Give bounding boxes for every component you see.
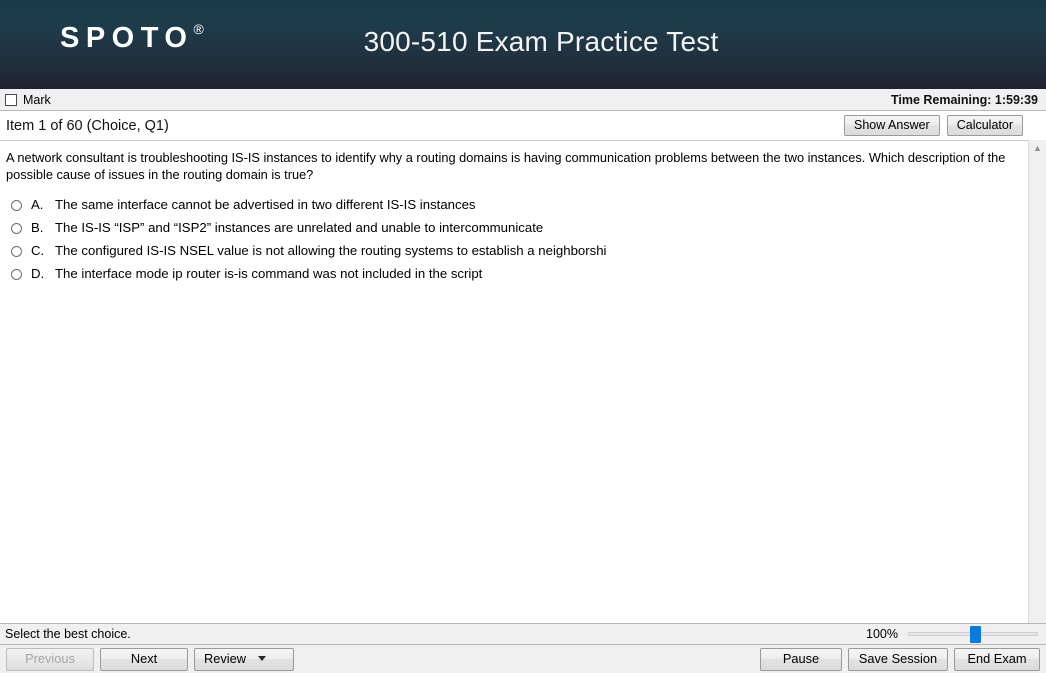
content-scrollbar[interactable]: ▲	[1028, 140, 1046, 623]
zoom-level-label: 100%	[866, 627, 898, 641]
save-session-button[interactable]: Save Session	[848, 647, 948, 671]
choice-letter-c: C.	[31, 243, 45, 258]
question-panel: A network consultant is troubleshooting …	[0, 140, 1028, 623]
choice-text-c: The configured IS-IS NSEL value is not a…	[55, 243, 607, 258]
question-text: A network consultant is troubleshooting …	[6, 150, 1006, 182]
time-remaining: Time Remaining: 1:59:39	[890, 92, 1038, 107]
previous-button[interactable]: Previous	[6, 647, 94, 671]
review-label: Review	[204, 650, 246, 666]
radio-a[interactable]	[11, 200, 22, 211]
app-header: SPOTO® 300-510 Exam Practice Test	[0, 0, 1046, 89]
navigation-buttons: Previous Next Review	[6, 647, 294, 671]
radio-d[interactable]	[11, 269, 22, 280]
footer-bar: Previous Next Review Pause Save Session …	[0, 645, 1046, 673]
status-bar: Select the best choice. 100%	[0, 623, 1046, 645]
chevron-down-icon[interactable]	[257, 656, 266, 661]
end-exam-button[interactable]: End Exam	[954, 647, 1040, 671]
content-area: A network consultant is troubleshooting …	[0, 140, 1046, 623]
choice-letter-d: D.	[31, 266, 45, 281]
item-actions: Show Answer Calculator	[843, 115, 1046, 136]
session-buttons: Pause Save Session End Exam	[760, 647, 1040, 671]
exam-window: SPOTO® 300-510 Exam Practice Test Mark T…	[0, 0, 1046, 673]
page-title: 300-510 Exam Practice Test	[363, 26, 719, 57]
radio-b[interactable]	[11, 223, 22, 234]
show-answer-button[interactable]: Show Answer	[843, 115, 940, 136]
choice-text-b: The IS-IS “ISP” and “ISP2” instances are…	[55, 220, 544, 235]
choice-text-a: The same interface cannot be advertised …	[55, 197, 476, 212]
choice-letter-a: A.	[31, 197, 44, 212]
choice-option-b[interactable]: B. The IS-IS “ISP” and “ISP2” instances …	[6, 220, 1016, 236]
mark-label: Mark	[23, 92, 51, 107]
choice-letter-b: B.	[31, 220, 44, 235]
choice-list: A. The same interface cannot be advertis…	[6, 197, 1016, 282]
zoom-control-group: 100%	[866, 626, 1038, 643]
pause-button[interactable]: Pause	[760, 647, 842, 671]
zoom-slider[interactable]	[908, 626, 1038, 643]
radio-c[interactable]	[11, 246, 22, 257]
mark-checkbox[interactable]	[5, 93, 17, 106]
next-button[interactable]: Next	[100, 647, 188, 671]
choice-option-d[interactable]: D. The interface mode ip router is-is co…	[6, 266, 1016, 282]
zoom-slider-thumb[interactable]	[970, 626, 981, 643]
calculator-button[interactable]: Calculator	[946, 115, 1023, 136]
scroll-up-icon[interactable]: ▲	[1029, 140, 1046, 156]
review-button[interactable]: Review	[194, 647, 294, 671]
item-counter: Item 1 of 60 (Choice, Q1)	[6, 117, 169, 134]
mark-bar: Mark Time Remaining: 1:59:39	[0, 89, 1046, 111]
choice-text-d: The interface mode ip router is-is comma…	[55, 266, 483, 281]
mark-checkbox-group[interactable]: Mark	[5, 93, 51, 107]
choice-option-c[interactable]: C. The configured IS-IS NSEL value is no…	[6, 243, 1016, 259]
item-bar: Item 1 of 60 (Choice, Q1) Show Answer Ca…	[0, 111, 1046, 140]
scrollbar-track[interactable]	[1029, 156, 1046, 623]
choice-option-a[interactable]: A. The same interface cannot be advertis…	[6, 197, 1016, 213]
status-hint: Select the best choice.	[5, 627, 131, 641]
